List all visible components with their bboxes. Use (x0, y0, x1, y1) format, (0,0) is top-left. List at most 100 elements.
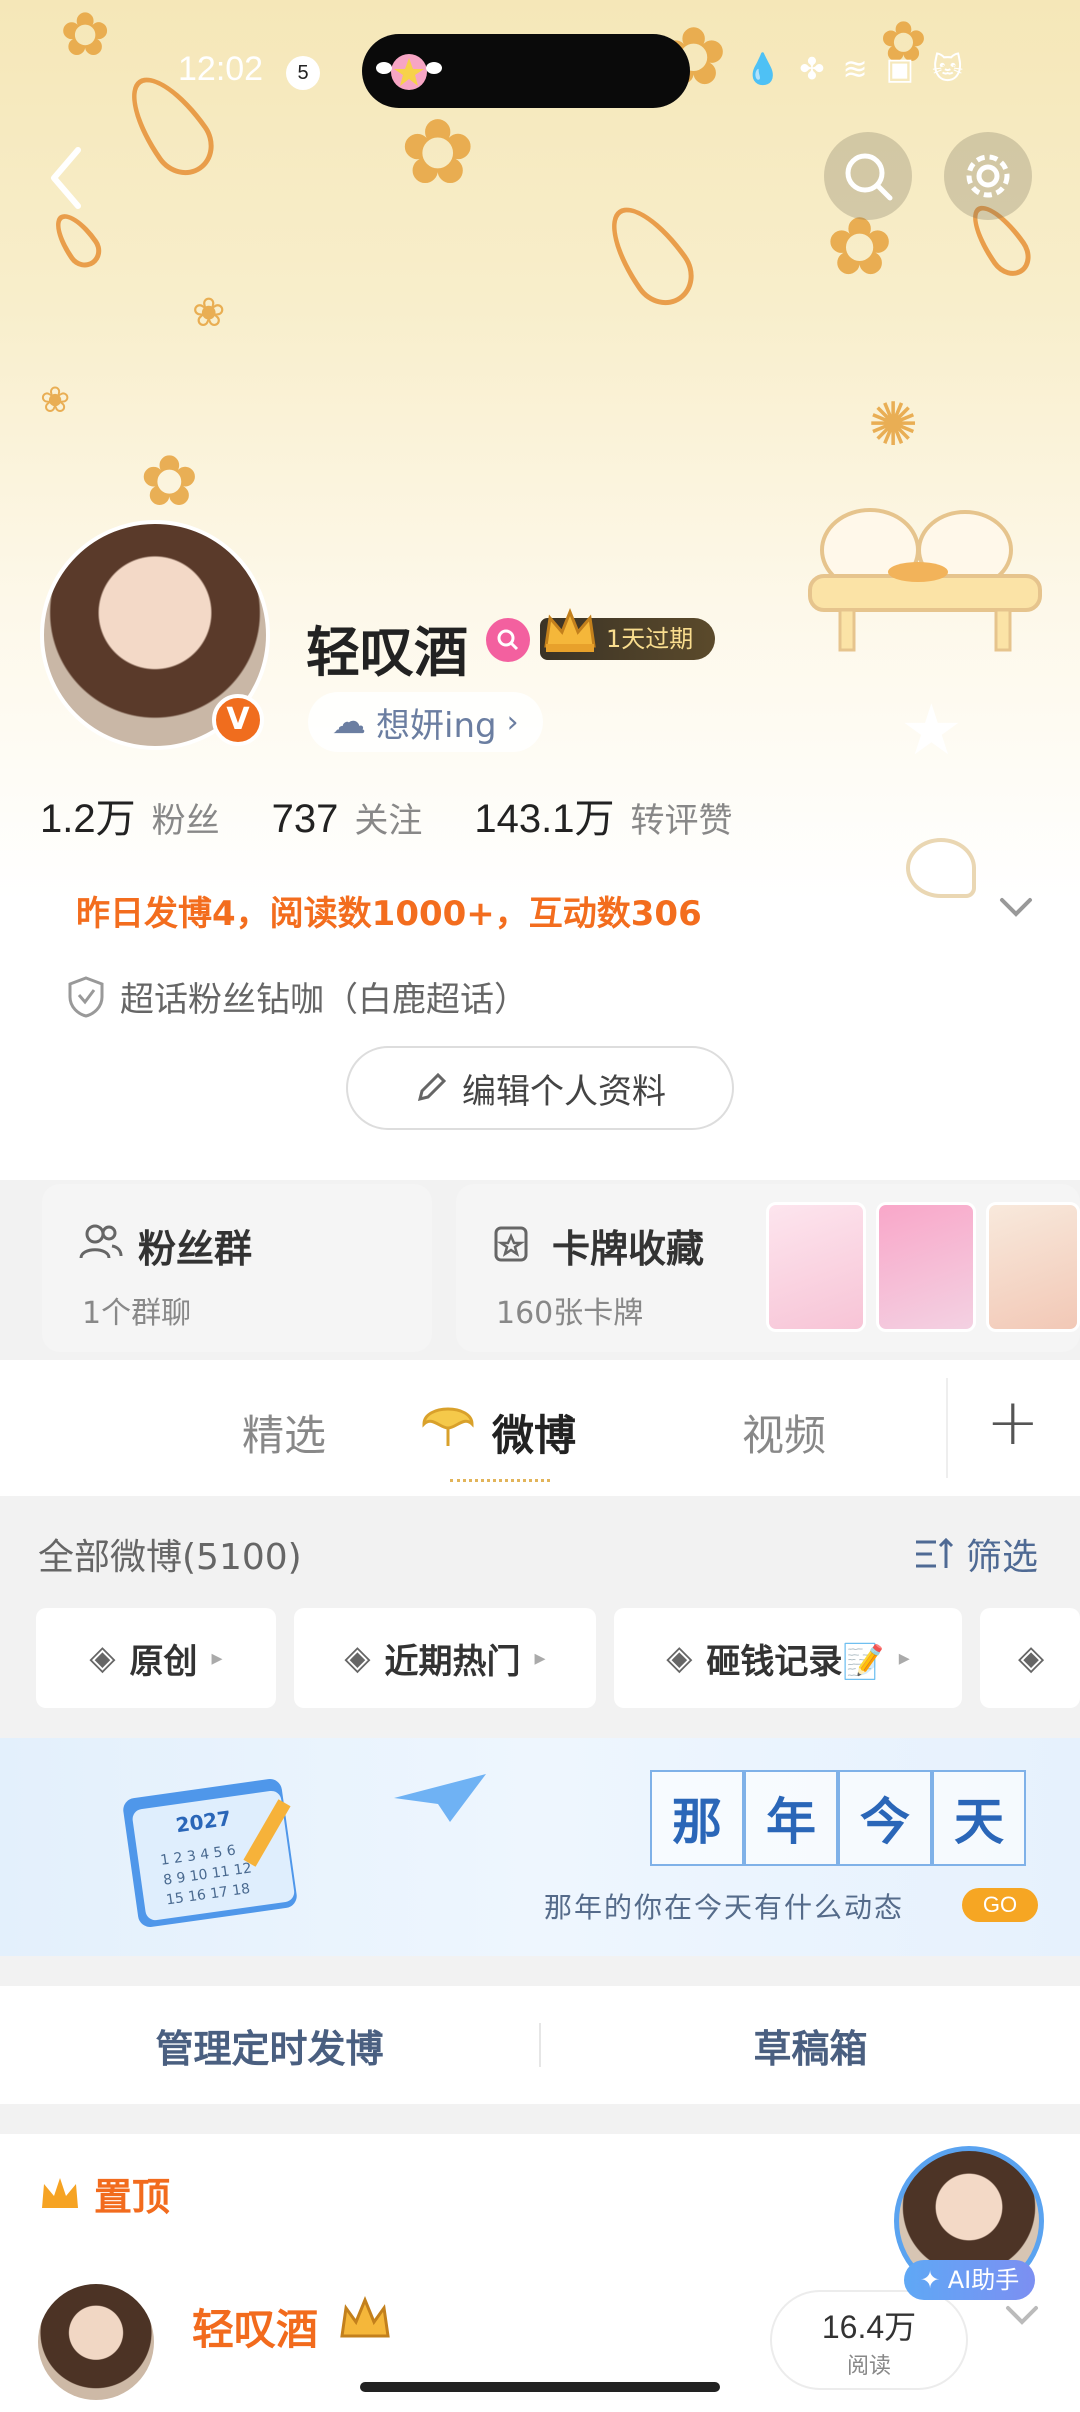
filter-button[interactable]: 筛选 (914, 1528, 1038, 1580)
go-button[interactable]: GO (962, 1888, 1038, 1922)
star-decoration: ★ (900, 689, 963, 771)
flower-decoration: ✿ (400, 100, 476, 205)
vip-crown-icon (340, 2296, 390, 2338)
superfan-title: 超话粉丝钻咖（白鹿超话） (120, 980, 528, 1020)
calendar-illustration: 2027 1 2 3 4 5 6 8 9 10 11 12 15 16 17 1… (123, 1779, 297, 1927)
verified-badge: V (212, 694, 264, 746)
activity-summary[interactable]: 昨日发博4，阅读数1000+，互动数306 (76, 886, 702, 935)
drop-icon: 💧 (744, 52, 782, 87)
chevron-right-icon: › (506, 704, 519, 740)
cloud-icon: ☁ (332, 702, 366, 742)
title-char: 今 (838, 1770, 932, 1866)
pinned-header: 置顶 (38, 2166, 170, 2221)
chip-more[interactable]: ◈ (980, 1608, 1080, 1708)
card-collection-title: 卡牌收藏 (552, 1227, 705, 1271)
sim-icon: ▣ (885, 52, 914, 87)
layers-icon: ◈ (666, 1638, 693, 1678)
leaf-decoration (593, 192, 707, 318)
edit-profile-button[interactable]: 编辑个人资料 (346, 1046, 734, 1130)
sparkle-icon: ✦ (920, 2266, 941, 2294)
ai-assistant-text: AI助手 (947, 2266, 1020, 2294)
read-count-value: 16.4万 (821, 2309, 917, 2345)
layers-icon: ◈ (1018, 1638, 1045, 1678)
active-tab-indicator (450, 1468, 550, 1482)
pencil-icon (417, 1072, 447, 1102)
following-label[interactable]: 关注 (354, 793, 422, 842)
chevron-down-icon[interactable] (1002, 2300, 1042, 2330)
interactions-label[interactable]: 转评赞 (630, 793, 732, 842)
tab-weibo[interactable]: 微博 (492, 1402, 576, 1463)
winged-star-icon (376, 54, 442, 90)
interactions-count[interactable]: 143.1万 (474, 786, 614, 844)
tab-video[interactable]: 视频 (742, 1402, 826, 1463)
user-status-chip[interactable]: ☁ 想妍ing › (308, 692, 543, 752)
home-indicator[interactable] (360, 2382, 720, 2392)
back-arrow-icon[interactable] (36, 138, 96, 218)
on-this-day-subtitle: 那年的你在今天有什么动态 (544, 1891, 905, 1924)
tab-featured[interactable]: 精选 (242, 1402, 326, 1463)
chip-original[interactable]: ◈ 原创 ▸ (36, 1608, 276, 1708)
star-card-icon (494, 1226, 528, 1262)
add-tab-button[interactable]: + (986, 1386, 1040, 1460)
settings-button[interactable] (944, 132, 1032, 220)
manage-row: 管理定时发博 草稿箱 (0, 1986, 1080, 2104)
group-icon (79, 1224, 123, 1259)
superfan-icon[interactable] (486, 618, 530, 662)
scheduled-posts-button[interactable]: 管理定时发博 (0, 2018, 539, 2073)
flower-decoration: ✿ (60, 0, 111, 70)
filter-icon (916, 1537, 954, 1568)
post-author-name[interactable]: 轻叹酒 (192, 2296, 318, 2357)
chip-spending-record[interactable]: ◈ 砸钱记录📝 ▸ (614, 1608, 962, 1708)
edit-profile-label: 编辑个人资料 (462, 1071, 666, 1112)
tabs-divider (946, 1378, 948, 1478)
fan-group-title: 粉丝群 (138, 1227, 253, 1271)
chip-label: 近期热门 (384, 1641, 521, 1682)
search-button[interactable] (824, 132, 912, 220)
sparkle-decoration: ✺ (868, 390, 919, 460)
following-count[interactable]: 737 (272, 797, 339, 842)
post-author-avatar[interactable] (38, 2284, 154, 2400)
fan-icon: ✤ (799, 52, 825, 87)
card-thumbnail[interactable] (876, 1202, 976, 1332)
followers-label[interactable]: 粉丝 (152, 793, 220, 842)
filter-label: 筛选 (966, 1537, 1039, 1578)
triangle-right-icon: ▸ (211, 1645, 223, 1671)
card-thumbnail[interactable] (766, 1202, 866, 1332)
battery-icon: 🐱 (932, 52, 964, 87)
read-count-label: 阅读 (846, 2354, 891, 2379)
on-this-day-banner[interactable]: 2027 1 2 3 4 5 6 8 9 10 11 12 15 16 17 1… (0, 1738, 1080, 1956)
chip-label: 原创 (129, 1641, 198, 1682)
title-char: 那 (650, 1770, 744, 1866)
status-text: 想妍ing (376, 705, 497, 746)
card-collection-card[interactable]: 卡牌收藏 160张卡牌 (456, 1184, 1080, 1352)
shield-icon (68, 975, 104, 1018)
wing-decoration (906, 838, 976, 898)
status-time: 12:02 (178, 50, 264, 88)
followers-count[interactable]: 1.2万 (40, 786, 136, 844)
card-thumbnail[interactable] (986, 1202, 1080, 1332)
triangle-right-icon: ▸ (534, 1645, 546, 1671)
wifi-icon: ≋ (842, 52, 868, 87)
title-char: 天 (932, 1770, 1026, 1866)
ai-assistant-label[interactable]: ✦ AI助手 (904, 2260, 1036, 2300)
pinned-title: 置顶 (94, 2175, 171, 2219)
crown-icon (42, 2177, 78, 2208)
drafts-button[interactable]: 草稿箱 (541, 2018, 1080, 2073)
read-count-badge: 16.4万 阅读 (770, 2290, 968, 2390)
status-icons: 💧 ✤ ≋ ▣ 🐱 (744, 52, 963, 87)
bunny-sticker (808, 508, 1042, 652)
profile-username: 轻叹酒 (306, 621, 468, 684)
title-char: 年 (744, 1770, 838, 1866)
flower-decoration: ❀ (40, 380, 71, 421)
fan-group-card[interactable]: 粉丝群 1个群聊 (42, 1184, 432, 1352)
chevron-down-icon[interactable] (996, 892, 1036, 922)
all-weibo-count: 全部微博(5100) (38, 1537, 302, 1578)
chip-recent-hot[interactable]: ◈ 近期热门 ▸ (294, 1608, 596, 1708)
search-icon (845, 153, 893, 201)
flower-decoration: ✿ (140, 440, 199, 522)
on-this-day-title: 那 年 今 天 (650, 1770, 1026, 1866)
triangle-right-icon: ▸ (898, 1645, 910, 1671)
superfan-title-row[interactable]: 超话粉丝钻咖（白鹿超话） (66, 972, 528, 1021)
chip-label: 砸钱记录📝 (706, 1641, 885, 1682)
crown-icon (544, 607, 596, 652)
